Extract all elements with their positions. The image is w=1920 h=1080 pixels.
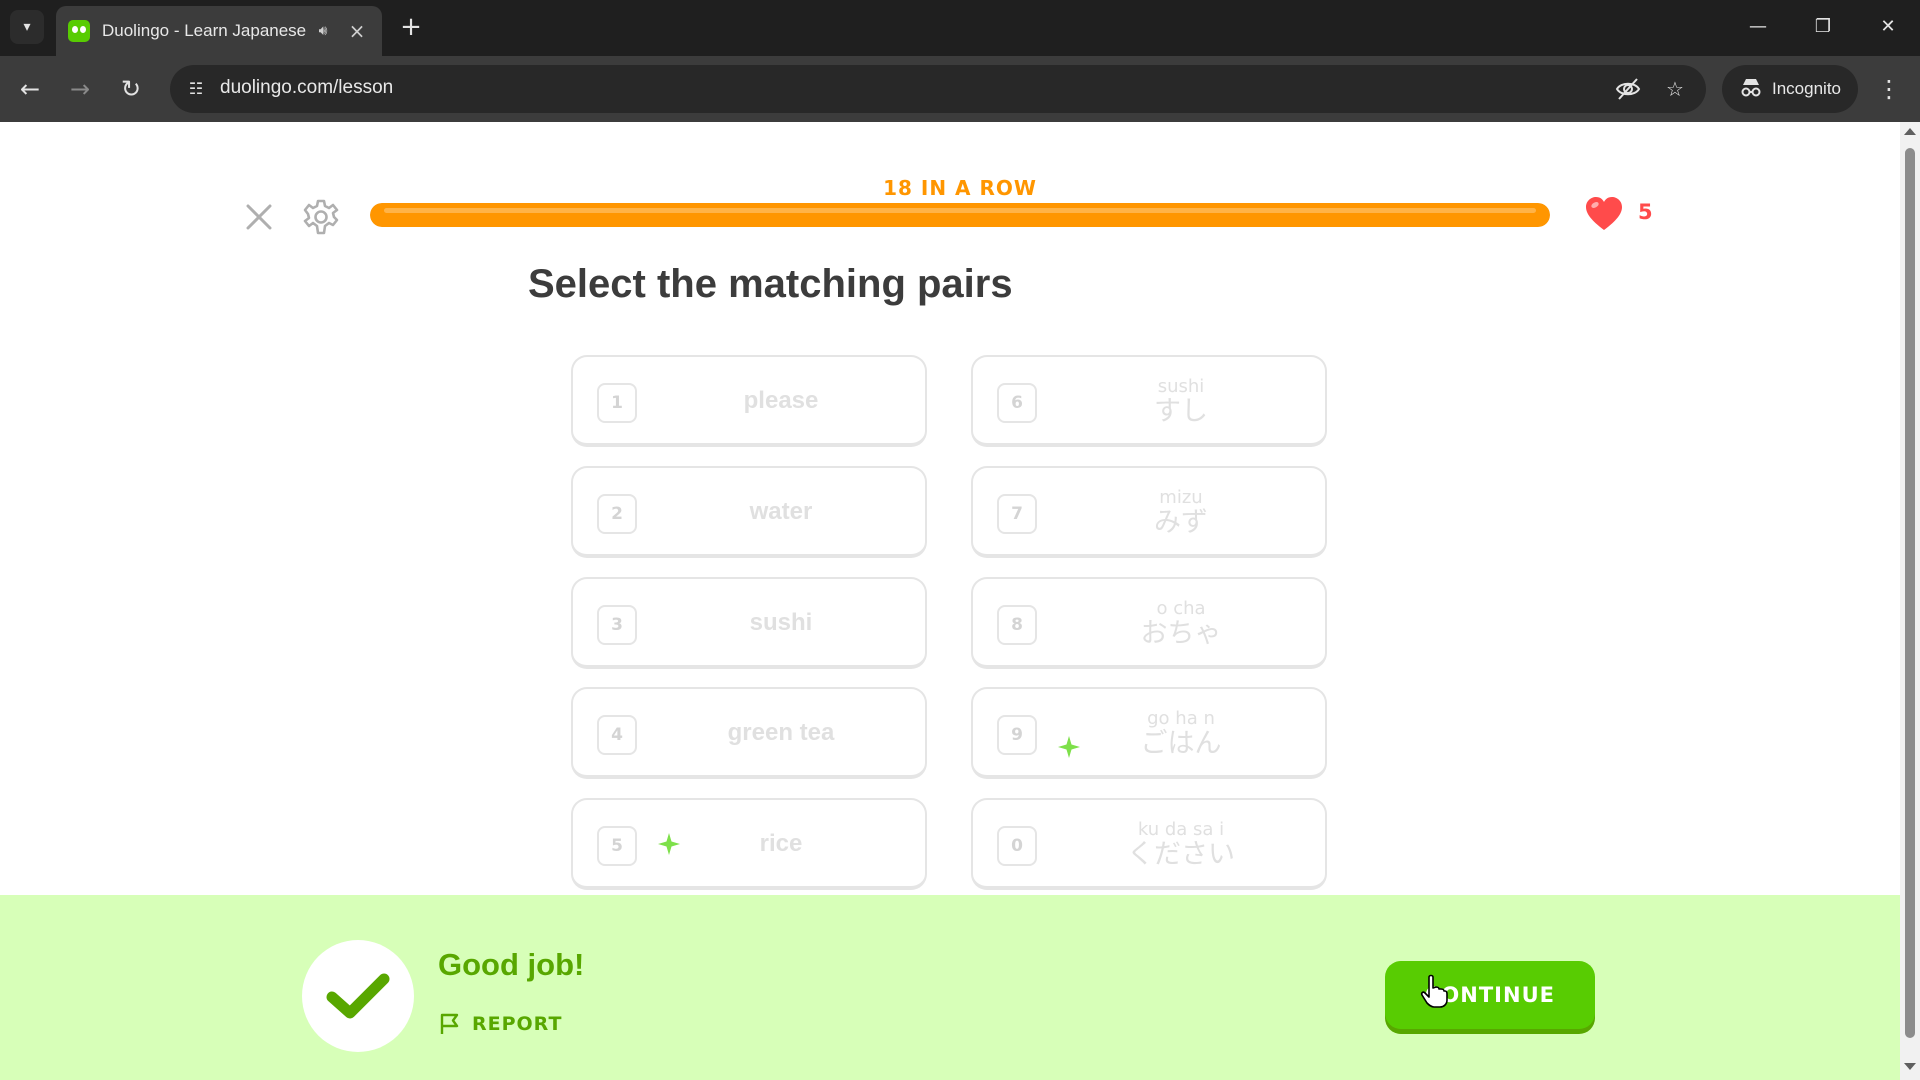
- tile-key-number: 5: [597, 826, 637, 866]
- incognito-label: Incognito: [1772, 79, 1841, 98]
- url-text[interactable]: duolingo.com/lesson: [220, 77, 393, 99]
- site-info-icon[interactable]: ☷: [182, 75, 210, 103]
- lesson-progress-fill: [370, 203, 1550, 227]
- tile-key-number: 8: [997, 605, 1037, 645]
- match-tile-english[interactable]: 5 rice: [571, 798, 927, 890]
- tile-kana: ください: [1127, 839, 1235, 870]
- match-tile-english[interactable]: 3 sushi: [571, 577, 927, 669]
- tile-kana: おちゃ: [1140, 618, 1222, 649]
- feedback-title: Good job!: [438, 947, 585, 982]
- tile-japanese-word: sushi すし: [1053, 367, 1309, 437]
- restore-icon[interactable]: ❐: [1803, 12, 1843, 42]
- speaker-icon[interactable]: 🔊︎: [310, 23, 336, 39]
- eye-off-icon[interactable]: [1614, 75, 1642, 103]
- scroll-down-arrow-icon[interactable]: [1904, 1063, 1916, 1070]
- page-scrollbar[interactable]: [1900, 122, 1920, 1080]
- tile-key-number: 0: [997, 826, 1037, 866]
- back-icon[interactable]: ←: [13, 72, 47, 106]
- challenge-instruction: Select the matching pairs: [528, 262, 1013, 306]
- incognito-indicator[interactable]: Incognito: [1722, 65, 1858, 113]
- tab-title: Duolingo - Learn Japanese: [102, 21, 307, 40]
- browser-menu-icon[interactable]: ⋮: [1872, 72, 1906, 106]
- tile-kana: すし: [1154, 396, 1208, 427]
- report-label: REPORT: [472, 1013, 563, 1035]
- tile-japanese-word: o cha おちゃ: [1053, 589, 1309, 659]
- incognito-icon: [1740, 77, 1762, 102]
- flag-icon: [440, 1013, 459, 1034]
- report-button[interactable]: REPORT: [438, 1012, 562, 1036]
- tile-kana: みず: [1154, 507, 1208, 538]
- settings-gear-icon[interactable]: [302, 198, 340, 236]
- streak-label: 18 IN A ROW: [883, 176, 1037, 200]
- close-lesson-icon[interactable]: [242, 200, 276, 234]
- tab-search-chevron-icon[interactable]: ▾: [10, 10, 44, 44]
- feedback-footer: Good job! REPORT CONTINUE: [0, 895, 1900, 1080]
- browser-tab[interactable]: Duolingo - Learn Japanese 🔊︎ ×: [56, 6, 382, 56]
- reload-icon[interactable]: ↻: [114, 72, 148, 106]
- hearts-count: 5: [1638, 200, 1653, 224]
- window-close-icon[interactable]: ✕: [1868, 12, 1908, 42]
- match-tile-japanese[interactable]: 6 sushi すし: [971, 355, 1327, 447]
- checkmark-icon: [326, 973, 390, 1019]
- match-tile-english[interactable]: 4 green tea: [571, 687, 927, 779]
- continue-button[interactable]: CONTINUE: [1385, 961, 1595, 1029]
- tile-word: water: [749, 498, 813, 525]
- scroll-up-arrow-icon[interactable]: [1904, 128, 1916, 135]
- tile-japanese-word: go ha n ごはん: [1053, 699, 1309, 769]
- tile-romaji: ku da sa i: [1137, 819, 1225, 840]
- tile-key-number: 7: [997, 494, 1037, 534]
- match-tile-japanese[interactable]: 9 go ha n ごはん: [971, 687, 1327, 779]
- scrollbar-thumb[interactable]: [1905, 148, 1915, 1038]
- minimize-icon[interactable]: —: [1738, 12, 1778, 42]
- tile-key-number: 9: [997, 715, 1037, 755]
- lesson-page: 18 IN A ROW 5 Select the matching pairs …: [0, 122, 1900, 1080]
- match-tile-english[interactable]: 2 water: [571, 466, 927, 558]
- match-tile-english[interactable]: 1 please: [571, 355, 927, 447]
- tile-word: please: [743, 387, 819, 414]
- match-tile-japanese[interactable]: 8 o cha おちゃ: [971, 577, 1327, 669]
- lesson-progress-bar: [370, 203, 1550, 227]
- heart-icon: [1586, 197, 1622, 230]
- tile-romaji: go ha n: [1147, 708, 1215, 729]
- success-badge: [302, 940, 414, 1052]
- hand-pointer-cursor-icon: [1420, 974, 1448, 1008]
- duolingo-favicon-icon: [68, 20, 90, 42]
- sparkle-icon: [1058, 736, 1080, 758]
- match-tile-japanese[interactable]: 7 mizu みず: [971, 466, 1327, 558]
- tile-key-number: 2: [597, 494, 637, 534]
- tile-key-number: 6: [997, 383, 1037, 423]
- tile-key-number: 3: [597, 605, 637, 645]
- tile-japanese-word: mizu みず: [1053, 478, 1309, 548]
- tile-japanese-word: ku da sa i ください: [1053, 810, 1309, 880]
- tile-romaji: sushi: [1157, 376, 1205, 397]
- browser-toolbar: ← → ↻ ☷ duolingo.com/lesson ☆ Incognito …: [0, 56, 1920, 122]
- forward-icon[interactable]: →: [63, 72, 97, 106]
- match-tile-japanese[interactable]: 0 ku da sa i ください: [971, 798, 1327, 890]
- tile-key-number: 1: [597, 383, 637, 423]
- tile-word: rice: [759, 830, 803, 857]
- sparkle-icon: [658, 833, 680, 855]
- bookmark-star-icon[interactable]: ☆: [1661, 75, 1689, 103]
- browser-tab-bar: ▾ Duolingo - Learn Japanese 🔊︎ × + — ❐ ✕: [0, 0, 1920, 56]
- new-tab-icon[interactable]: +: [396, 12, 426, 42]
- address-bar[interactable]: ☷ duolingo.com/lesson ☆: [170, 65, 1706, 113]
- tile-key-number: 4: [597, 715, 637, 755]
- close-tab-icon[interactable]: ×: [344, 19, 370, 43]
- tile-romaji: o cha: [1156, 598, 1206, 619]
- tile-kana: ごはん: [1140, 728, 1222, 759]
- tile-word: green tea: [727, 719, 835, 746]
- tile-word: sushi: [749, 609, 813, 636]
- tile-romaji: mizu: [1159, 487, 1203, 508]
